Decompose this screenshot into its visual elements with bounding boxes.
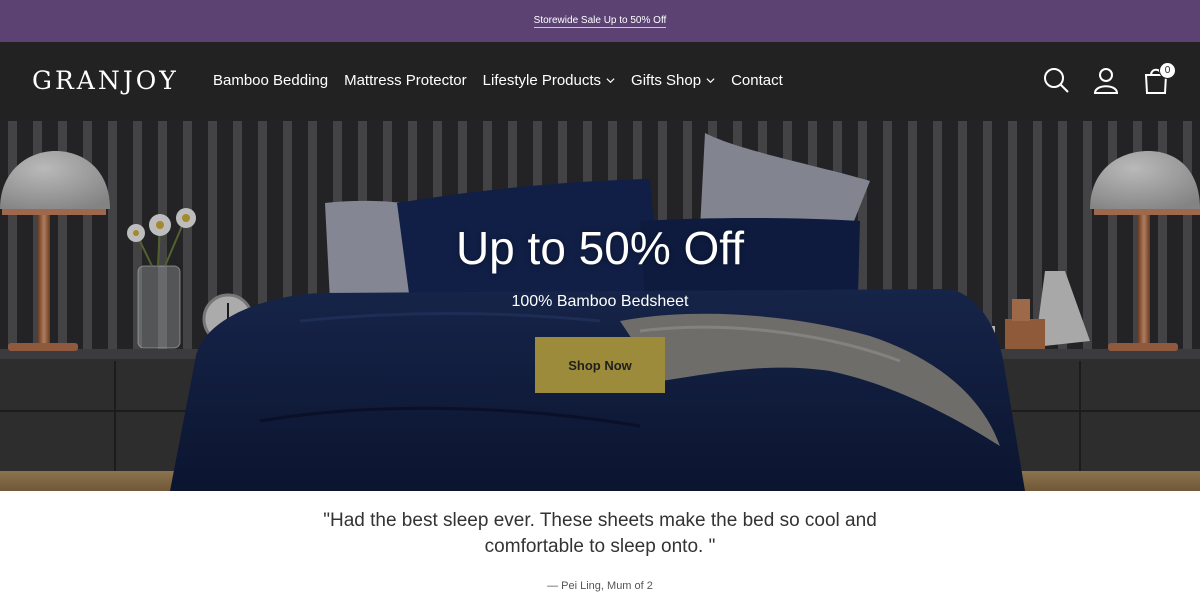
testimonial-quote: "Had the best sleep ever. These sheets m… — [323, 510, 877, 557]
cart-count-badge: 0 — [1159, 62, 1176, 79]
nav-item-label: Bamboo Bedding — [213, 72, 329, 89]
search-button[interactable] — [1042, 66, 1070, 94]
hero-banner: Up to 50% Off 100% Bamboo Bedsheet Shop … — [0, 121, 1200, 491]
account-button[interactable] — [1092, 66, 1120, 94]
nav-item-gifts-shop[interactable]: Gifts Shop — [631, 72, 715, 89]
hero-content: Up to 50% Off 100% Bamboo Bedsheet Shop … — [0, 121, 1200, 491]
announcement-link[interactable]: Storewide Sale Up to 50% Off — [533, 15, 667, 28]
chevron-down-icon — [706, 78, 715, 84]
cart-button[interactable]: 0 — [1142, 62, 1176, 94]
nav-item-label: Mattress Protector — [344, 72, 467, 89]
testimonial-section: "Had the best sleep ever. These sheets m… — [0, 491, 1200, 600]
main-nav: Bamboo Bedding Mattress Protector Lifest… — [213, 72, 799, 89]
site-logo[interactable]: GRANJOY — [32, 66, 179, 95]
nav-item-label: Lifestyle Products — [482, 72, 602, 89]
search-icon — [1044, 68, 1069, 93]
nav-item-bamboo-bedding[interactable]: Bamboo Bedding — [213, 72, 328, 89]
chevron-down-icon — [606, 78, 615, 84]
hero-title: Up to 50% Off — [455, 222, 745, 274]
announcement-bar: Storewide Sale Up to 50% Off — [0, 0, 1200, 42]
shop-now-button[interactable]: Shop Now — [535, 337, 665, 393]
header-icons: 0 — [1042, 62, 1176, 94]
nav-item-label: Gifts Shop — [631, 72, 702, 89]
hero-subtitle: 100% Bamboo Bedsheet — [511, 293, 689, 310]
nav-item-mattress-protector[interactable]: Mattress Protector — [344, 72, 467, 89]
nav-item-label: Contact — [731, 72, 783, 89]
user-icon — [1093, 68, 1119, 94]
site-header: GRANJOY Bamboo Bedding Mattress Protecto… — [0, 42, 1200, 121]
nav-item-contact[interactable]: Contact — [731, 72, 783, 89]
nav-item-lifestyle-products[interactable]: Lifestyle Products — [483, 72, 615, 89]
testimonial-author: — Pei Ling, Mum of 2 — [547, 580, 653, 592]
